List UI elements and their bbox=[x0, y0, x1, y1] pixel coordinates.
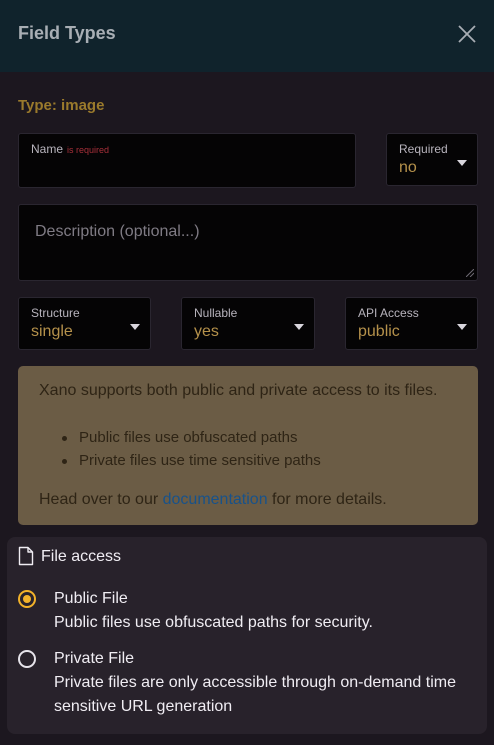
structure-value: single bbox=[31, 323, 73, 340]
required-value: no bbox=[399, 159, 417, 176]
info-intro: Xano supports both public and private ac… bbox=[39, 382, 438, 399]
api-access-select[interactable]: API Access public bbox=[345, 297, 478, 350]
structure-select[interactable]: Structure single bbox=[18, 297, 151, 350]
description-field[interactable]: Description (optional...) bbox=[18, 204, 478, 281]
resize-grip-icon[interactable] bbox=[466, 269, 474, 277]
nullable-value: yes bbox=[194, 323, 219, 340]
info-bullets: Public files use obfuscated paths Privat… bbox=[62, 426, 321, 472]
modal-title: Field Types bbox=[18, 23, 116, 43]
chevron-down-icon bbox=[457, 324, 467, 330]
nullable-label: Nullable bbox=[194, 306, 238, 320]
info-footer: Head over to our documentation for more … bbox=[39, 488, 387, 511]
private-file-radio[interactable] bbox=[18, 650, 36, 668]
info-footer-prefix: Head over to our bbox=[39, 491, 163, 508]
public-file-radio[interactable] bbox=[18, 590, 36, 608]
required-select[interactable]: Required no bbox=[386, 133, 478, 186]
private-file-title[interactable]: Private File bbox=[54, 650, 134, 668]
name-label-text: Name bbox=[31, 142, 64, 156]
public-file-desc: Public files use obfuscated paths for se… bbox=[54, 614, 373, 631]
file-access-title: File access bbox=[41, 548, 122, 565]
api-access-label: API Access bbox=[358, 306, 419, 320]
file-access-panel: File access Public File Public files use… bbox=[7, 537, 487, 734]
name-field[interactable]: Name is required bbox=[18, 133, 356, 188]
chevron-down-icon bbox=[130, 324, 140, 330]
file-icon bbox=[18, 546, 34, 566]
documentation-link[interactable]: documentation bbox=[163, 491, 268, 508]
nullable-select[interactable]: Nullable yes bbox=[181, 297, 315, 350]
api-access-value: public bbox=[358, 323, 400, 340]
name-label: Name is required bbox=[31, 142, 109, 156]
structure-label: Structure bbox=[31, 306, 80, 320]
description-placeholder: Description (optional...) bbox=[35, 223, 200, 240]
chevron-down-icon bbox=[294, 324, 304, 330]
close-icon[interactable] bbox=[456, 23, 478, 45]
required-label: Required bbox=[399, 142, 448, 156]
info-footer-suffix: for more details. bbox=[267, 491, 387, 508]
info-bullet: Public files use obfuscated paths bbox=[62, 426, 321, 449]
chevron-down-icon bbox=[457, 160, 467, 166]
info-callout: Xano supports both public and private ac… bbox=[18, 366, 478, 525]
public-file-title[interactable]: Public File bbox=[54, 590, 128, 608]
type-heading: Type: image bbox=[18, 97, 105, 114]
modal-header: Field Types bbox=[0, 0, 494, 72]
required-note: is required bbox=[67, 145, 110, 155]
private-file-desc: Private files are only accessible throug… bbox=[54, 674, 456, 715]
info-bullet: Private files use time sensitive paths bbox=[62, 449, 321, 472]
